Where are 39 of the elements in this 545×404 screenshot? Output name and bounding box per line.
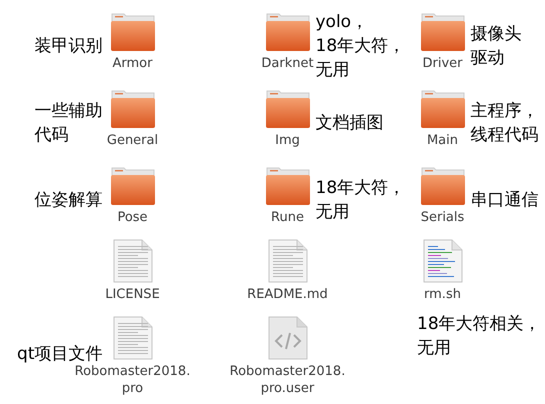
file-name: Serials [420,209,464,226]
annotation-text: 装甲识别 [34,35,102,58]
file-name: Armor [112,55,152,72]
document-icon [112,316,154,360]
folder-icon [108,89,156,129]
folder-icon [264,89,312,129]
annotation-text: 位姿解算 [34,189,102,212]
folder-icon [418,166,466,206]
folder-icon [418,89,466,129]
annotation-text: 18年大符相关， 无用 [417,313,541,360]
annotation-text: qt项目文件 [17,343,102,365]
file-name: rm.sh [424,286,461,303]
annotation-text: 摄像头 驱动 [470,23,522,70]
folder-icon [264,12,312,52]
file-name: Pose [117,209,148,226]
file-name: Rune [271,209,304,226]
file-name: General [106,132,158,149]
folder-icon [108,12,156,52]
file-name: LICENSE [105,286,160,303]
file-name: Darknet [261,55,314,72]
file-name: README.md [247,286,328,303]
file-name: Main [426,132,458,149]
annotation-text: 18年大符， 无用 [316,177,406,224]
document-icon [112,239,154,283]
folder-icon [418,12,466,52]
file-name: Robomaster2018. pro [74,363,190,397]
folder-icon [264,166,312,206]
file-name: Img [275,132,300,149]
code-file-icon [266,316,308,360]
annotation-text: 一些辅助 代码 [34,100,102,147]
annotation-text: 主程序， 线程代码 [470,100,538,147]
folder-icon [108,166,156,206]
annotation-text: 文档插图 [316,112,384,135]
file-name: Driver [422,55,462,72]
file-name: Robomaster2018. pro.user [230,363,346,397]
annotation-text: 串口通信 [470,189,538,212]
annotation-text: yolo， 18年大符， 无用 [316,11,406,82]
script-file-icon [422,239,464,283]
document-icon [266,239,308,283]
